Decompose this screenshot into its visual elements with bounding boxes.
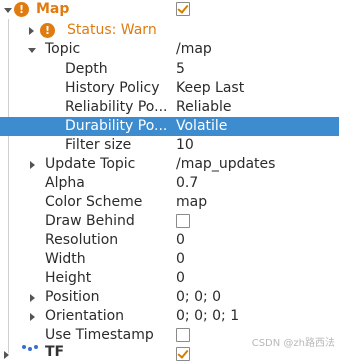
tree-row-width[interactable]: Width 0 xyxy=(0,250,339,269)
tree-row-status[interactable]: ! Status: Warn xyxy=(0,21,339,40)
topic-label: Topic xyxy=(45,41,81,57)
tree-row-update-topic[interactable]: Update Topic /map_updates xyxy=(0,155,339,174)
reliability-policy-label: Reliability Po... xyxy=(65,99,168,115)
tree-row-position[interactable]: Position 0; 0; 0 xyxy=(0,288,339,307)
orientation-value[interactable]: 0; 0; 0; 1 xyxy=(176,307,239,326)
status-label: Status: Warn xyxy=(67,22,157,38)
warning-icon: ! xyxy=(40,23,55,38)
tree-row-height[interactable]: Height 0 xyxy=(0,269,339,288)
durability-policy-value[interactable]: Volatile xyxy=(176,117,227,136)
collapsed-arrow-icon[interactable] xyxy=(29,27,34,35)
update-topic-value[interactable]: /map_updates xyxy=(176,155,275,174)
tree-row-color-scheme[interactable]: Color Scheme map xyxy=(0,193,339,212)
draw-behind-label: Draw Behind xyxy=(45,213,135,229)
tree-row-draw-behind[interactable]: Draw Behind xyxy=(0,212,339,231)
display-properties-tree: ! Map ! Status: Warn Topic /map Depth 5 … xyxy=(0,0,339,361)
alpha-value[interactable]: 0.7 xyxy=(176,174,198,193)
color-scheme-value[interactable]: map xyxy=(176,193,207,212)
collapsed-arrow-icon[interactable] xyxy=(4,351,9,359)
resolution-label: Resolution xyxy=(45,232,119,248)
map-enabled-checkbox[interactable] xyxy=(176,2,190,16)
collapsed-arrow-icon[interactable] xyxy=(30,294,35,302)
height-value[interactable]: 0 xyxy=(176,269,185,288)
resolution-value[interactable]: 0 xyxy=(176,231,185,250)
width-value[interactable]: 0 xyxy=(176,250,185,269)
collapsed-arrow-icon[interactable] xyxy=(30,313,35,321)
watermark: CSDN @zh路西法 xyxy=(251,338,335,349)
orientation-label: Orientation xyxy=(45,308,125,324)
tree-row-history-policy[interactable]: History Policy Keep Last xyxy=(0,79,339,98)
warning-icon: ! xyxy=(14,2,29,17)
filter-size-label: Filter size xyxy=(65,137,132,153)
durability-policy-label: Durability Po... xyxy=(65,118,168,134)
tf-enabled-checkbox[interactable] xyxy=(176,347,190,361)
tree-row-depth[interactable]: Depth 5 xyxy=(0,60,339,79)
tree-row-resolution[interactable]: Resolution 0 xyxy=(0,231,339,250)
tree-row-filter-size[interactable]: Filter size 10 xyxy=(0,136,339,155)
history-policy-value[interactable]: Keep Last xyxy=(176,79,244,98)
height-label: Height xyxy=(45,270,92,286)
collapsed-arrow-icon[interactable] xyxy=(30,161,35,169)
use-timestamp-checkbox[interactable] xyxy=(176,328,190,342)
depth-label: Depth xyxy=(65,61,108,77)
alpha-label: Alpha xyxy=(45,175,85,191)
tree-row-topic[interactable]: Topic /map xyxy=(0,40,339,59)
draw-behind-checkbox[interactable] xyxy=(176,214,190,228)
tree-row-durability-policy[interactable]: Durability Po... Volatile xyxy=(0,117,339,136)
depth-value[interactable]: 5 xyxy=(176,60,185,79)
tree-row-reliability-policy[interactable]: Reliability Po... Reliable xyxy=(0,98,339,117)
expanded-arrow-icon[interactable] xyxy=(28,48,36,53)
tree-row-map[interactable]: ! Map xyxy=(0,0,339,19)
position-value[interactable]: 0; 0; 0 xyxy=(176,288,221,307)
tree-row-alpha[interactable]: Alpha 0.7 xyxy=(0,174,339,193)
map-label: Map xyxy=(36,1,70,17)
reliability-policy-value[interactable]: Reliable xyxy=(176,98,231,117)
position-label: Position xyxy=(45,289,100,305)
width-label: Width xyxy=(45,251,86,267)
color-scheme-label: Color Scheme xyxy=(45,194,143,210)
update-topic-label: Update Topic xyxy=(45,156,136,172)
topic-value[interactable]: /map xyxy=(176,40,212,59)
history-policy-label: History Policy xyxy=(65,80,160,96)
expanded-arrow-icon[interactable] xyxy=(4,8,12,13)
tf-icon xyxy=(22,345,40,351)
filter-size-value[interactable]: 10 xyxy=(176,136,194,155)
tree-row-orientation[interactable]: Orientation 0; 0; 0; 1 xyxy=(0,307,339,326)
